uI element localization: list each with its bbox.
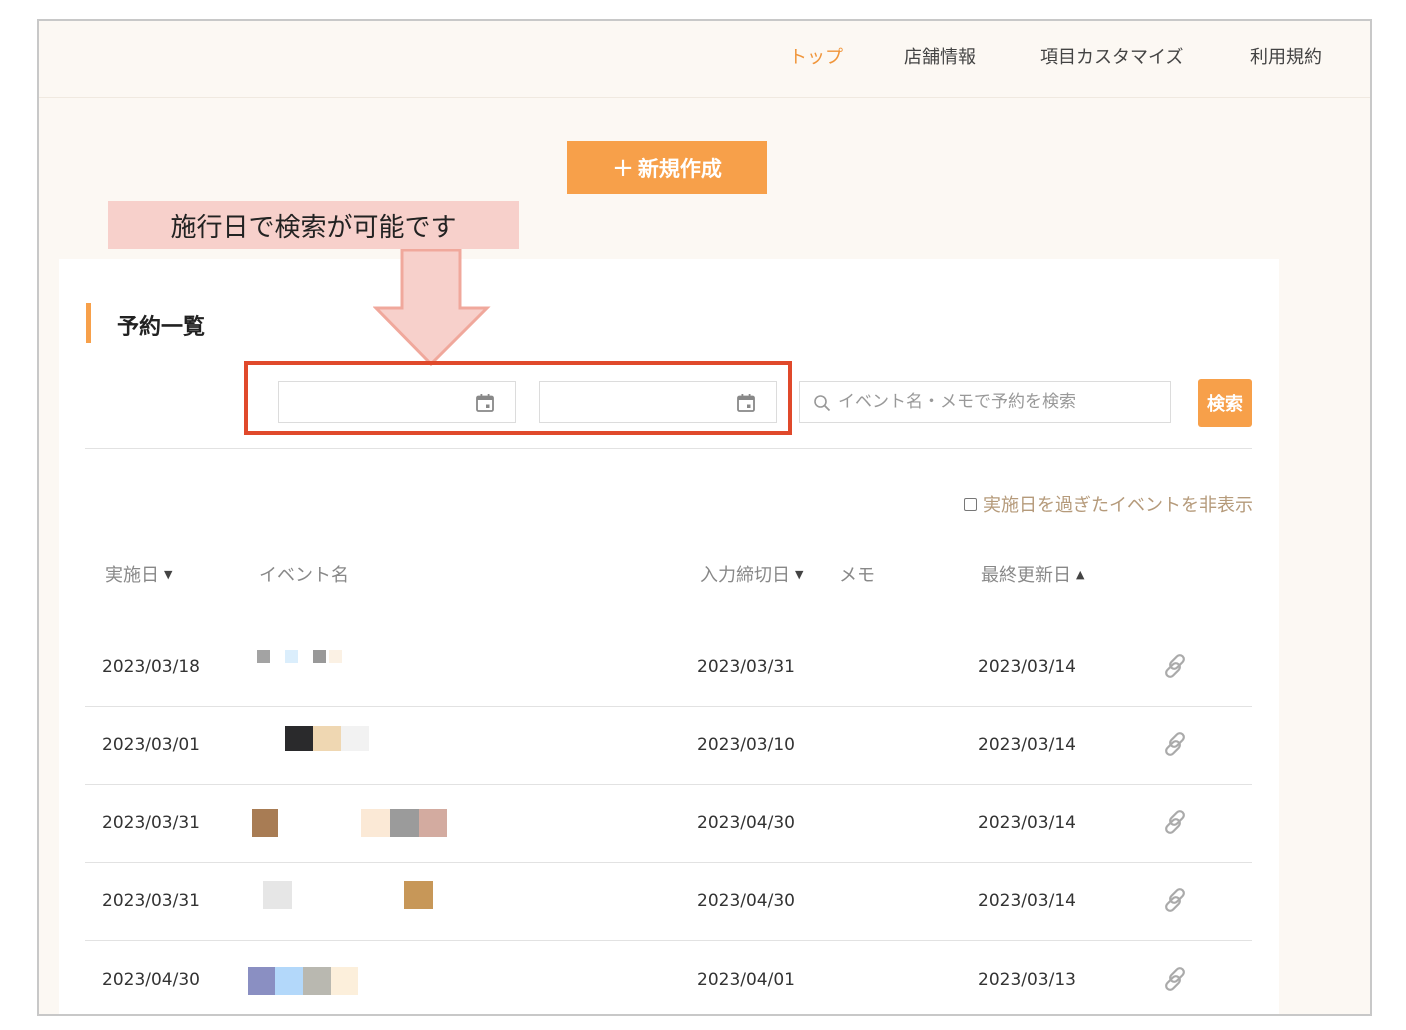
reservation-list-panel: 予約一覧 イベント名・メモで予約を検索 検索 実施日を過ぎたイベントを非表示 実… <box>59 259 1279 1014</box>
row-date: 2023/03/31 <box>102 813 200 833</box>
search-icon <box>814 395 831 412</box>
checkbox-icon[interactable] <box>964 497 977 511</box>
sort-caret-down-icon: ▼ <box>795 567 804 581</box>
column-header-deadline[interactable]: 入力締切日 ▼ <box>700 561 803 587</box>
start-date-input[interactable] <box>278 381 516 423</box>
sort-caret-down-icon: ▼ <box>164 567 173 581</box>
top-navbar: トップ 店舗情報 項目カスタマイズ 利用規約 <box>39 21 1370 98</box>
new-reservation-button[interactable]: + 新規作成 <box>567 141 767 194</box>
table-row[interactable]: 2023/03/31 2023/04/30 2023/03/14 <box>85 862 1252 941</box>
table-row[interactable]: 2023/03/18 2023/03/31 2023/03/14 <box>85 628 1252 707</box>
section-accent-bar <box>86 303 91 343</box>
hide-past-events-toggle[interactable]: 実施日を過ぎたイベントを非表示 <box>964 491 1253 517</box>
row-date: 2023/03/18 <box>102 657 200 677</box>
nav-customize-fields[interactable]: 項目カスタマイズ <box>1040 43 1183 69</box>
filter-divider <box>85 448 1252 449</box>
row-deadline: 2023/04/01 <box>697 970 795 990</box>
table-row[interactable]: 2023/03/01 2023/03/10 2023/03/14 <box>85 706 1252 785</box>
column-header-updated-label: 最終更新日 <box>981 565 1071 586</box>
calendar-icon[interactable] <box>475 393 495 413</box>
row-date: 2023/03/01 <box>102 735 200 755</box>
nav-store-info[interactable]: 店舗情報 <box>904 43 976 69</box>
column-header-event: イベント名 <box>259 565 349 586</box>
column-header-date-label: 実施日 <box>105 565 159 586</box>
sort-caret-up-icon: ▲ <box>1076 567 1085 581</box>
column-header-memo: メモ <box>839 565 875 586</box>
row-updated: 2023/03/14 <box>978 891 1076 911</box>
row-deadline: 2023/04/30 <box>697 891 795 911</box>
link-icon[interactable] <box>1159 728 1191 760</box>
row-date: 2023/03/31 <box>102 891 200 911</box>
search-field[interactable] <box>799 381 1171 423</box>
column-header-deadline-label: 入力締切日 <box>700 565 790 586</box>
row-deadline: 2023/03/31 <box>697 657 795 677</box>
row-updated: 2023/03/14 <box>978 657 1076 677</box>
search-button[interactable]: 検索 <box>1198 379 1252 427</box>
table-row[interactable]: 2023/03/31 2023/04/30 2023/03/14 <box>85 784 1252 863</box>
link-icon[interactable] <box>1159 806 1191 838</box>
calendar-icon[interactable] <box>736 393 756 413</box>
table-row[interactable]: 2023/04/30 2023/04/01 2023/03/13 <box>85 940 1252 1014</box>
column-header-date[interactable]: 実施日 ▼ <box>105 561 172 587</box>
section-title: 予約一覧 <box>117 315 206 340</box>
app-frame: トップ 店舗情報 項目カスタマイズ 利用規約 + 新規作成 施行日で検索が可能で… <box>37 19 1372 1016</box>
search-input[interactable] <box>838 382 1158 422</box>
row-date: 2023/04/30 <box>102 970 200 990</box>
annotation-callout: 施行日で検索が可能です <box>108 201 519 249</box>
link-icon[interactable] <box>1159 884 1191 916</box>
row-deadline: 2023/03/10 <box>697 735 795 755</box>
annotation-arrow-icon <box>373 249 491 367</box>
column-header-updated[interactable]: 最終更新日 ▲ <box>981 561 1084 587</box>
row-updated: 2023/03/14 <box>978 735 1076 755</box>
hide-past-label: 実施日を過ぎたイベントを非表示 <box>983 495 1253 516</box>
nav-terms[interactable]: 利用規約 <box>1250 43 1322 69</box>
link-icon[interactable] <box>1159 963 1191 995</box>
new-button-label: 新規作成 <box>637 156 722 181</box>
nav-top[interactable]: トップ <box>789 43 843 69</box>
link-icon[interactable] <box>1159 650 1191 682</box>
row-updated: 2023/03/13 <box>978 970 1076 990</box>
plus-icon: + <box>612 152 634 183</box>
row-deadline: 2023/04/30 <box>697 813 795 833</box>
end-date-input[interactable] <box>539 381 777 423</box>
row-updated: 2023/03/14 <box>978 813 1076 833</box>
